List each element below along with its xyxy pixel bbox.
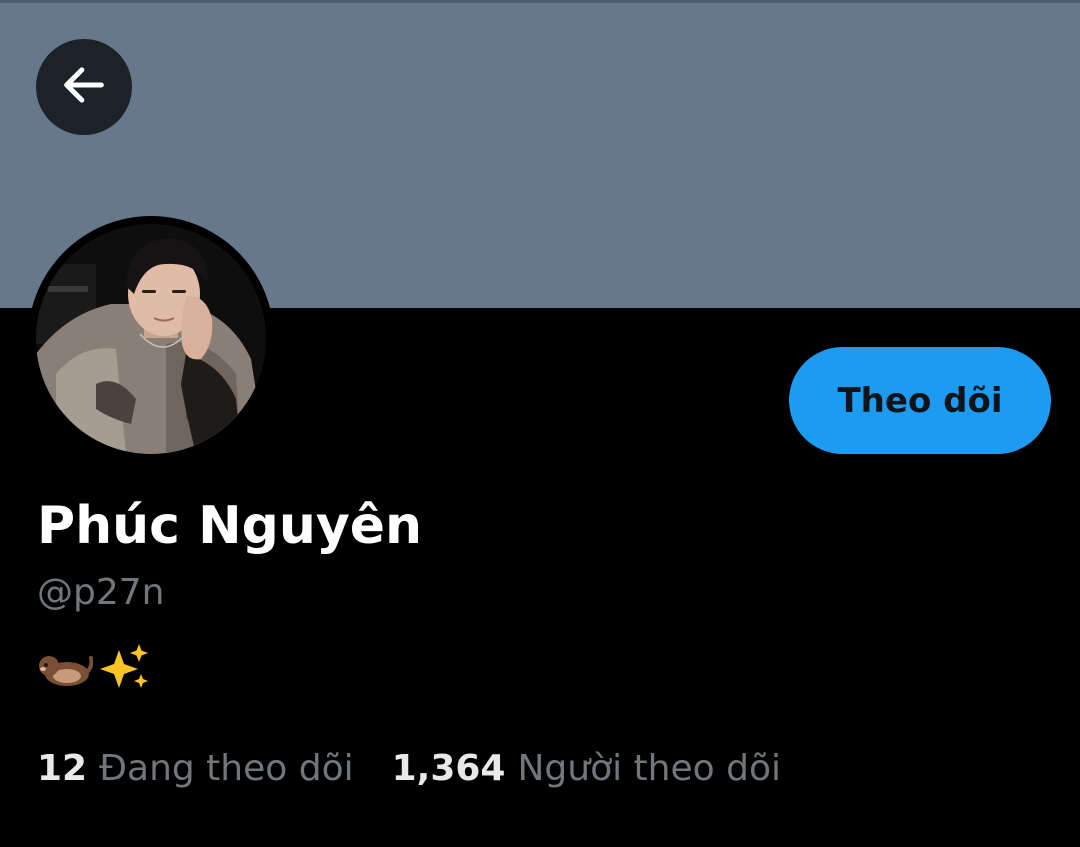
otter-emoji bbox=[37, 646, 93, 690]
status-bar-divider bbox=[0, 0, 1080, 3]
followers-link[interactable]: 1,364 Người theo dõi bbox=[392, 744, 781, 794]
follow-button[interactable]: Theo dõi bbox=[789, 347, 1051, 454]
arrow-left-icon bbox=[58, 59, 110, 116]
following-link[interactable]: 12 Đang theo dõi bbox=[37, 744, 354, 794]
back-button[interactable] bbox=[36, 39, 132, 135]
display-name: Phúc Nguyên bbox=[37, 496, 423, 556]
followers-count: 1,364 bbox=[391, 748, 506, 789]
username-handle: @p27n bbox=[37, 572, 165, 613]
following-label: Đang theo dõi bbox=[99, 748, 354, 789]
avatar[interactable] bbox=[36, 224, 266, 454]
following-count: 12 bbox=[37, 748, 88, 789]
profile-stats: 12 Đang theo dõi 1,364 Người theo dõi bbox=[37, 744, 781, 794]
followers-label: Người theo dõi bbox=[517, 748, 781, 789]
profile-screen: Theo dõi Phúc Nguyên @p27n 12 Đang theo … bbox=[0, 0, 1080, 847]
sparkles-emoji bbox=[97, 642, 153, 694]
bio bbox=[37, 640, 153, 696]
